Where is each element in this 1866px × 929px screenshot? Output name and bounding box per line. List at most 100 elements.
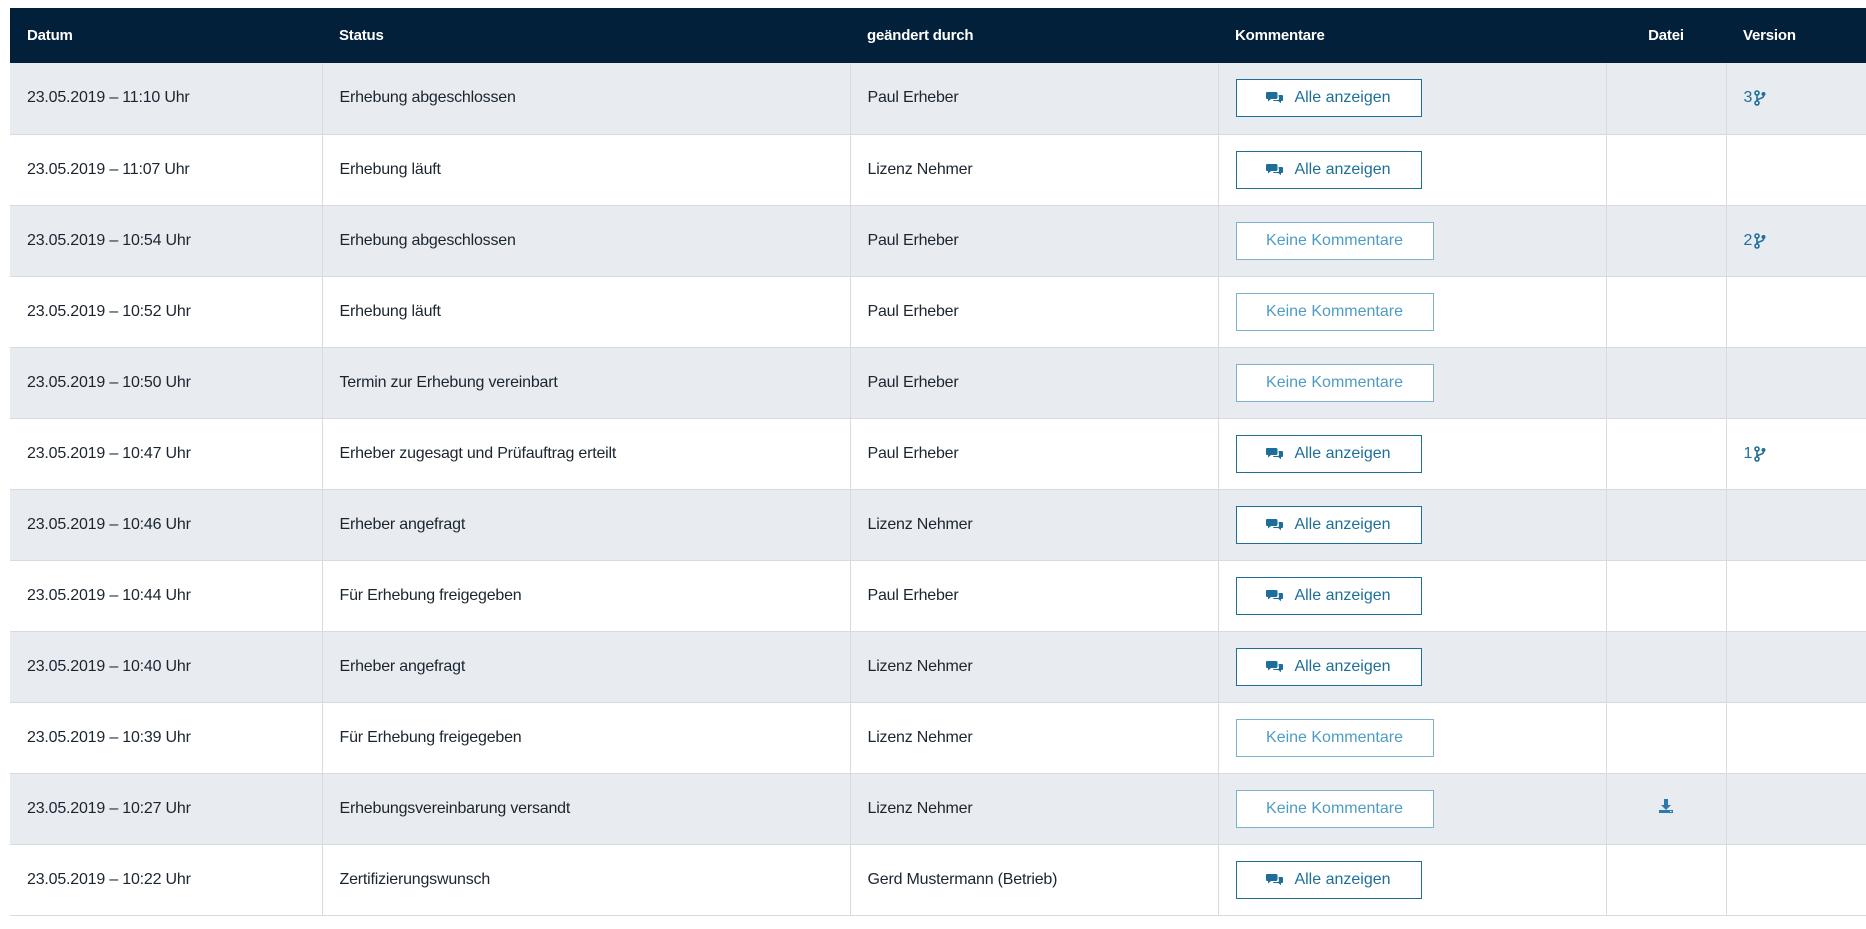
cell-version: 3 (1726, 63, 1866, 135)
comments-icon (1266, 518, 1284, 532)
header-geaendert-durch: geändert durch (867, 27, 974, 44)
cell-datum: 23.05.2019 – 10:27 Uhr (10, 773, 323, 845)
table-row: 23.05.2019 – 10:54 Uhr Erhebung abgeschlo… (10, 205, 1866, 277)
table-header-row: Datum Status geändert durch Kommentare D… (10, 8, 1866, 63)
cell-changed-by: Paul Erheber (850, 276, 1219, 348)
cell-version (1726, 702, 1866, 774)
version-link[interactable]: 2 (1744, 232, 1767, 250)
cell-file (1606, 418, 1727, 490)
cell-status: Zertifizierungswunsch (322, 844, 851, 916)
cell-datum: 23.05.2019 – 10:47 Uhr (10, 418, 323, 490)
cell-changed-by: Lizenz Nehmer (850, 702, 1219, 774)
cell-comments: Alle anzeigen (1218, 489, 1607, 561)
show-all-comments-button[interactable]: Alle anzeigen (1235, 150, 1422, 189)
no-comments-button[interactable]: Keine Kommentare (1235, 789, 1434, 828)
cell-comments: Keine Kommentare (1218, 773, 1607, 845)
cell-changed-by: Paul Erheber (850, 63, 1219, 135)
cell-status: Erhebungsvereinbarung versandt (322, 773, 851, 845)
show-all-comments-button[interactable]: Alle anzeigen (1235, 576, 1422, 615)
no-comments-button[interactable]: Keine Kommentare (1235, 718, 1434, 757)
comments-icon (1266, 873, 1284, 887)
branch-icon (1754, 445, 1766, 462)
cell-file (1606, 205, 1727, 277)
comments-button-label: Alle anzeigen (1294, 657, 1391, 675)
cell-version: 1 (1726, 418, 1866, 490)
cell-comments: Alle anzeigen (1218, 134, 1607, 206)
cell-version (1726, 844, 1866, 916)
cell-comments: Keine Kommentare (1218, 347, 1607, 419)
cell-datum: 23.05.2019 – 10:40 Uhr (10, 631, 323, 703)
table-row: 23.05.2019 – 11:10 Uhr Erhebung abgeschlo… (10, 63, 1866, 135)
table-body: 23.05.2019 – 11:10 Uhr Erhebung abgeschlo… (10, 63, 1866, 916)
cell-version: 2 (1726, 205, 1866, 277)
show-all-comments-button[interactable]: Alle anzeigen (1235, 860, 1422, 899)
cell-file (1606, 844, 1727, 916)
comments-button-label: Keine Kommentare (1266, 799, 1403, 817)
comments-button-label: Alle anzeigen (1294, 586, 1391, 604)
comments-icon (1266, 589, 1284, 603)
comments-button-label: Alle anzeigen (1294, 89, 1391, 107)
cell-changed-by: Paul Erheber (850, 418, 1219, 490)
header-kommentare: Kommentare (1235, 27, 1325, 44)
cell-datum: 23.05.2019 – 10:22 Uhr (10, 844, 323, 916)
no-comments-button[interactable]: Keine Kommentare (1235, 363, 1434, 402)
comments-button-label: Keine Kommentare (1266, 302, 1403, 320)
table-row: 23.05.2019 – 10:50 Uhr Termin zur Erhebun… (10, 347, 1866, 419)
version-link[interactable]: 3 (1744, 89, 1767, 107)
cell-file (1606, 489, 1727, 561)
cell-comments: Keine Kommentare (1218, 276, 1607, 348)
cell-status: Für Erhebung freigegeben (322, 702, 851, 774)
cell-file (1606, 63, 1727, 135)
cell-version (1726, 489, 1866, 561)
comments-button-label: Alle anzeigen (1294, 444, 1391, 462)
show-all-comments-button[interactable]: Alle anzeigen (1235, 79, 1422, 118)
header-datum: Datum (27, 27, 73, 44)
cell-datum: 23.05.2019 – 11:07 Uhr (10, 134, 323, 206)
comments-button-label: Alle anzeigen (1294, 160, 1391, 178)
show-all-comments-button[interactable]: Alle anzeigen (1235, 505, 1422, 544)
cell-file (1606, 773, 1727, 845)
table-row: 23.05.2019 – 10:27 Uhr Erhebungsvereinbar… (10, 773, 1866, 845)
table-row: 23.05.2019 – 10:39 Uhr Für Erhebung freig… (10, 702, 1866, 774)
cell-status: Erhebung abgeschlossen (322, 205, 851, 277)
cell-comments: Alle anzeigen (1218, 418, 1607, 490)
cell-file (1606, 631, 1727, 703)
cell-file (1606, 347, 1727, 419)
cell-status: Erheber zugesagt und Prüfauftrag erteilt (322, 418, 851, 490)
show-all-comments-button[interactable]: Alle anzeigen (1235, 647, 1422, 686)
show-all-comments-button[interactable]: Alle anzeigen (1235, 434, 1422, 473)
cell-status: Erhebung läuft (322, 134, 851, 206)
cell-status: Für Erhebung freigegeben (322, 560, 851, 632)
version-number: 3 (1743, 89, 1753, 107)
cell-status: Erhebung abgeschlossen (322, 63, 851, 135)
cell-changed-by: Paul Erheber (850, 347, 1219, 419)
comments-button-label: Keine Kommentare (1266, 373, 1403, 391)
branch-icon (1754, 90, 1766, 107)
cell-datum: 23.05.2019 – 11:10 Uhr (10, 63, 323, 135)
cell-datum: 23.05.2019 – 10:44 Uhr (10, 560, 323, 632)
comments-button-label: Keine Kommentare (1266, 728, 1403, 746)
cell-comments: Alle anzeigen (1218, 560, 1607, 632)
table-row: 23.05.2019 – 10:40 Uhr Erheber angefragt L… (10, 631, 1866, 703)
cell-changed-by: Lizenz Nehmer (850, 134, 1219, 206)
cell-file (1606, 276, 1727, 348)
cell-status: Erheber angefragt (322, 489, 851, 561)
header-status: Status (339, 27, 384, 44)
cell-datum: 23.05.2019 – 10:39 Uhr (10, 702, 323, 774)
comments-icon (1266, 163, 1284, 177)
comments-button-label: Alle anzeigen (1294, 515, 1391, 533)
cell-file (1606, 134, 1727, 206)
comments-icon (1266, 91, 1284, 105)
comments-icon (1266, 660, 1284, 674)
version-link[interactable]: 1 (1744, 445, 1767, 463)
cell-comments: Keine Kommentare (1218, 702, 1607, 774)
no-comments-button[interactable]: Keine Kommentare (1235, 221, 1434, 260)
cell-datum: 23.05.2019 – 10:52 Uhr (10, 276, 323, 348)
history-table-container: Datum Status geändert durch Kommentare D… (10, 8, 1866, 916)
cell-comments: Alle anzeigen (1218, 63, 1607, 135)
download-icon[interactable] (1658, 798, 1674, 814)
cell-status: Termin zur Erhebung vereinbart (322, 347, 851, 419)
status-history-table: Datum Status geändert durch Kommentare D… (10, 8, 1866, 916)
cell-status: Erheber angefragt (322, 631, 851, 703)
no-comments-button[interactable]: Keine Kommentare (1235, 292, 1434, 331)
